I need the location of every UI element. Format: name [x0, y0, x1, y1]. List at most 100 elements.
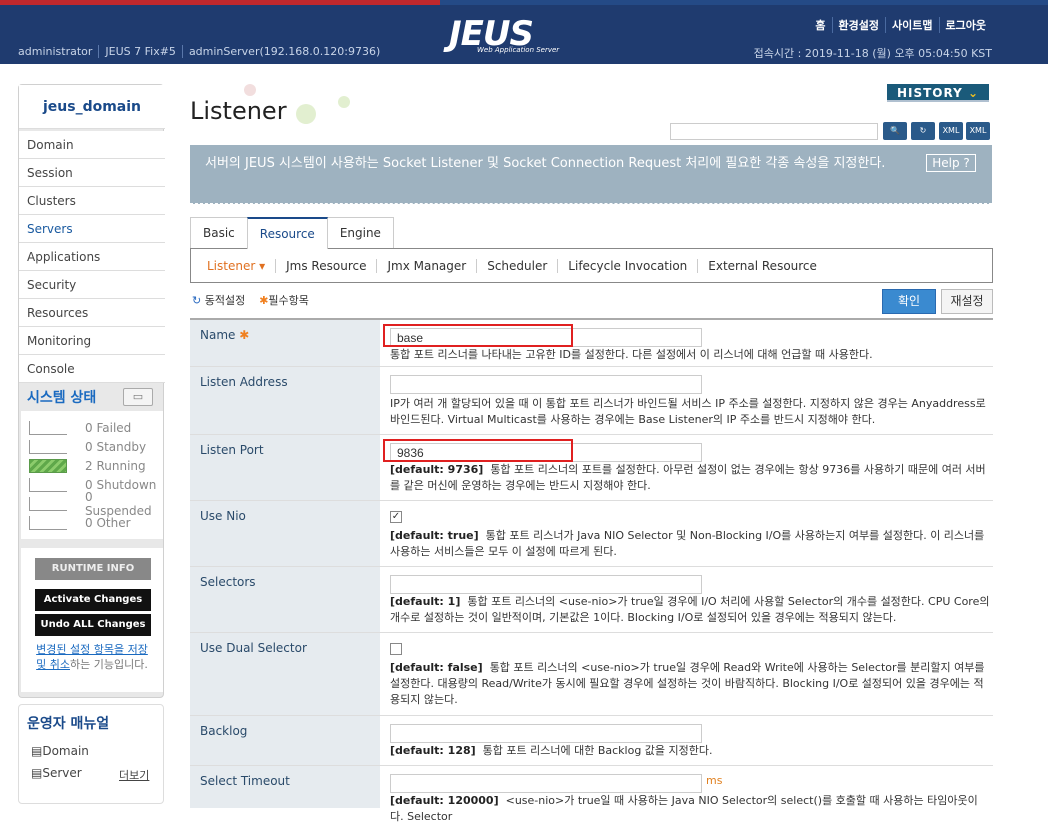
subtab-scheduler[interactable]: Scheduler [477, 258, 559, 273]
tab-engine[interactable]: Engine [326, 217, 394, 249]
subtab-external-resource[interactable]: External Resource [698, 259, 827, 273]
status-other: 0 Other [29, 515, 131, 531]
runtime-panel: RUNTIME INFO Activate Changes Undo ALL C… [21, 548, 163, 692]
manual-domain-link[interactable]: ▤Domain [31, 744, 89, 758]
top-header: JEUS Web Application Server 홈 환경설정 사이트맵 … [0, 0, 1048, 64]
subtab-lifecycle-invocation[interactable]: Lifecycle Invocation [558, 258, 699, 273]
page-title: Listener [190, 97, 287, 125]
link-sitemap[interactable]: 사이트맵 [885, 17, 938, 33]
row-select-timeout: Select Timeout ms [default: 120000] <use… [190, 766, 993, 823]
status-bar [29, 440, 67, 454]
selectors-input[interactable] [390, 575, 702, 594]
runtime-note: 변경된 설정 항목을 저장 및 취소하는 기능입니다. [31, 642, 153, 672]
row-name: Name ✱ 통합 포트 리스너를 나타내는 고유한 ID를 설정한다. 다른 … [190, 320, 993, 367]
selectors-description: [default: 1] 통합 포트 리스너의 <use-nio>가 true일… [390, 595, 990, 624]
nav-list: Domain Session Clusters Servers Applicat… [19, 131, 165, 383]
logo-subtitle: Web Application Server [477, 46, 560, 54]
help-button[interactable]: Help ? [926, 154, 976, 172]
nav-item-domain[interactable]: Domain [19, 131, 165, 159]
label-name: Name ✱ [190, 320, 380, 366]
row-selectors: Selectors [default: 1] 통합 포트 리스너의 <use-n… [190, 567, 993, 633]
more-link[interactable]: 더보기 [119, 767, 149, 783]
listen-port-description: [default: 9736] 통합 포트 리스너의 포트를 설정한다. 아무런… [390, 463, 986, 492]
nav-item-resources[interactable]: Resources [19, 299, 165, 327]
select-timeout-input[interactable] [390, 774, 702, 793]
top-links: 홈 환경설정 사이트맵 로그아웃 [809, 17, 992, 33]
label-listen-address: Listen Address [190, 367, 380, 434]
header-stripe [0, 0, 1048, 5]
nav-item-servers[interactable]: Servers [19, 215, 165, 243]
nav-item-security[interactable]: Security [19, 271, 165, 299]
ok-button[interactable]: 확인 [882, 289, 936, 314]
link-settings[interactable]: 환경설정 [831, 17, 885, 33]
subtab-listener[interactable]: Listener ▾ [197, 258, 277, 273]
server-info: adminServer(192.168.0.120:9736) [181, 45, 387, 58]
status-running: 2 Running [29, 458, 146, 474]
status-count: 0 Standby [85, 440, 147, 454]
use-nio-checkbox[interactable]: ✓ [390, 511, 402, 523]
backlog-description: [default: 128] 통합 포트 리스너에 대한 Backlog 값을 … [390, 744, 713, 757]
xml-export-icon[interactable]: XML [939, 122, 963, 140]
legend-dynamic: ↻ 동적설정 [192, 294, 246, 307]
domain-name[interactable]: jeus_domain [19, 85, 165, 129]
status-standby: 0 Standby [29, 439, 146, 455]
main-tabs: Basic Resource Engine [190, 217, 394, 249]
legend: ↻ 동적설정 ✱필수항목 [192, 292, 309, 308]
status-bar [29, 516, 67, 530]
tab-basic[interactable]: Basic [190, 217, 248, 249]
label-selectors: Selectors [190, 567, 380, 632]
status-count: 2 Running [85, 459, 146, 473]
legend-required: ✱필수항목 [259, 294, 309, 307]
search-icon[interactable]: 🔍 [883, 122, 907, 140]
refresh-icon[interactable]: ↻ [911, 122, 935, 140]
tab-resource[interactable]: Resource [246, 217, 328, 249]
search-input[interactable] [670, 123, 878, 140]
row-listen-port: Listen Port [default: 9736] 통합 포트 리스너의 포… [190, 435, 993, 501]
description-box: 서버의 JEUS 시스템이 사용하는 Socket Listener 및 Soc… [190, 145, 992, 204]
highlight-listen-port [383, 439, 573, 462]
history-button[interactable]: HISTORY ⌄ [887, 84, 989, 102]
status-count: 0 Suspended [84, 490, 152, 518]
backlog-input[interactable] [390, 724, 702, 743]
runtime-info-button[interactable]: RUNTIME INFO [35, 558, 151, 580]
manual-server-link[interactable]: ▤Server [31, 766, 82, 780]
use-dual-selector-description: [default: false] 통합 포트 리스너의 <use-nio>가 t… [390, 661, 985, 706]
status-bar-running [29, 459, 67, 473]
page-description: 서버의 JEUS 시스템이 사용하는 Socket Listener 및 Soc… [205, 156, 886, 171]
listen-address-description: IP가 여러 개 할당되어 있을 때 이 통합 포트 리스너가 바인드될 서비스… [390, 397, 986, 426]
label-use-dual-selector: Use Dual Selector [190, 633, 380, 715]
listen-address-input[interactable] [390, 375, 702, 394]
activate-changes-button[interactable]: Activate Changes [35, 589, 151, 611]
operator-manual-title: 운영자 매뉴얼 [27, 716, 110, 732]
required-star-icon: ✱ [239, 328, 250, 342]
nav-item-applications[interactable]: Applications [19, 243, 165, 271]
reset-button[interactable]: 재설정 [941, 289, 993, 314]
chevron-down-icon: ▾ [259, 258, 266, 273]
row-backlog: Backlog [default: 128] 통합 포트 리스너에 대한 Bac… [190, 716, 993, 766]
nav-item-clusters[interactable]: Clusters [19, 187, 165, 215]
use-dual-selector-checkbox[interactable] [390, 643, 402, 655]
monitor-icon[interactable]: ▭ [123, 388, 153, 406]
undo-all-changes-button[interactable]: Undo ALL Changes [35, 614, 151, 636]
status-count: 0 Failed [85, 421, 132, 435]
nav-item-session[interactable]: Session [19, 159, 165, 187]
access-time: 접속시간 : 2019-11-18 (월) 오후 05:04:50 KST [753, 47, 992, 60]
user-name: administrator [18, 45, 93, 58]
subtab-jms-resource[interactable]: Jms Resource [276, 258, 378, 273]
runtime-note-text: 하는 기능입니다. [70, 658, 148, 671]
system-status-title: 시스템 상태 [27, 390, 97, 406]
label-select-timeout: Select Timeout [190, 766, 380, 808]
link-logout[interactable]: 로그아웃 [938, 17, 992, 33]
decor-dot [296, 104, 316, 124]
status-failed: 0 Failed [29, 420, 131, 436]
nav-item-console[interactable]: Console [19, 355, 165, 383]
link-home[interactable]: 홈 [809, 17, 831, 33]
label-use-nio: Use Nio [190, 501, 380, 566]
status-bar [29, 421, 67, 435]
sidebar: jeus_domain Domain Session Clusters Serv… [18, 84, 165, 698]
status-bar [29, 497, 67, 511]
xml-view-icon[interactable]: XML [966, 122, 990, 140]
subtab-jmx-manager[interactable]: Jmx Manager [377, 258, 478, 273]
decor-dot [338, 96, 350, 108]
nav-item-monitoring[interactable]: Monitoring [19, 327, 165, 355]
